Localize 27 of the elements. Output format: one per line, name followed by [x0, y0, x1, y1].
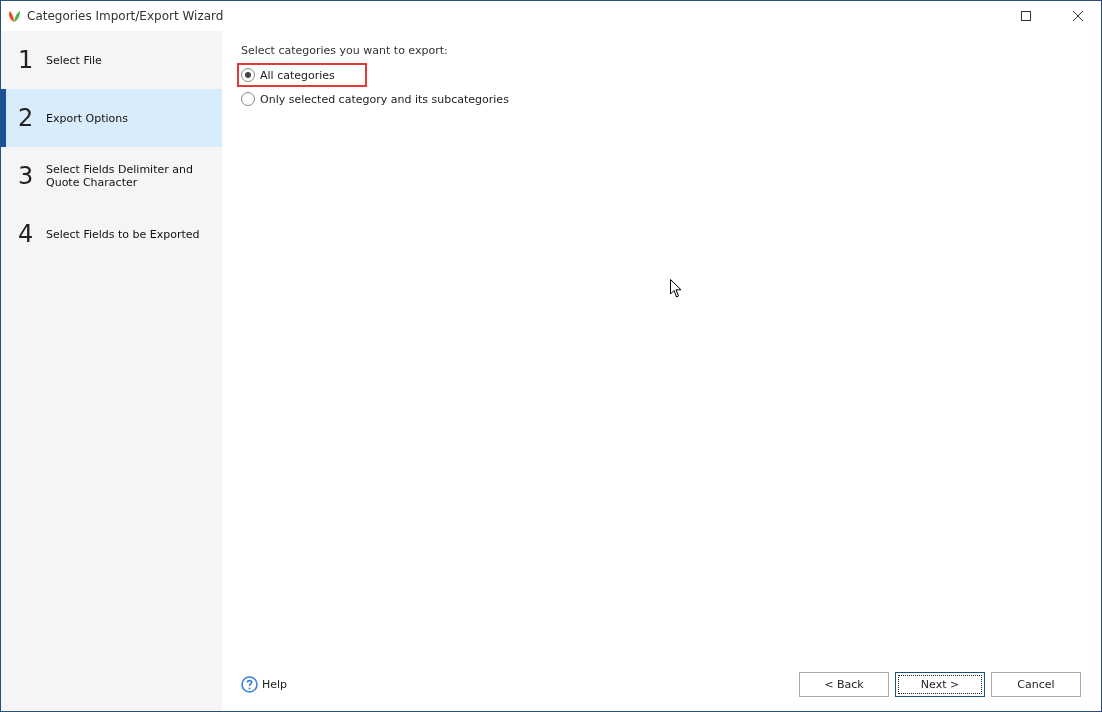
wizard-step[interactable]: 2 Export Options	[1, 89, 222, 147]
wizard-button[interactable]: Next >	[895, 672, 985, 697]
mouse-pointer-icon	[670, 279, 682, 298]
step-label: Select Fields Delimiter and Quote Character	[46, 163, 194, 189]
step-number: 2	[18, 104, 34, 132]
radio-button[interactable]	[241, 92, 255, 106]
export-prompt: Select categories you want to export:	[241, 44, 449, 57]
help-link[interactable]: Help	[241, 676, 288, 693]
option-label: All categories	[260, 68, 335, 82]
wizard-step[interactable]: 1 Select File	[1, 31, 222, 89]
maximize-icon	[1021, 11, 1031, 21]
step-number: 4	[18, 220, 34, 248]
help-icon	[241, 676, 258, 693]
step-label: Select File	[46, 53, 103, 67]
wizard-step[interactable]: 3 Select Fields Delimiter and Quote Character	[1, 147, 222, 205]
step-label: Select Fields to be Exported	[46, 227, 201, 241]
wizard-step[interactable]: 4 Select Fields to be Exported	[1, 205, 222, 263]
wizard-button[interactable]: < Back	[799, 672, 889, 697]
step-number: 1	[18, 46, 34, 74]
option-label: Only selected category and its subcategories	[260, 92, 509, 106]
radio-button[interactable]	[241, 68, 255, 82]
step-number: 3	[18, 162, 34, 190]
close-icon	[1073, 11, 1083, 21]
window-title: Categories Import/Export Wizard	[27, 9, 225, 23]
leaf-logo-icon	[7, 9, 21, 23]
step-label: Export Options	[46, 111, 129, 125]
wizard-button[interactable]: Cancel	[991, 672, 1081, 697]
